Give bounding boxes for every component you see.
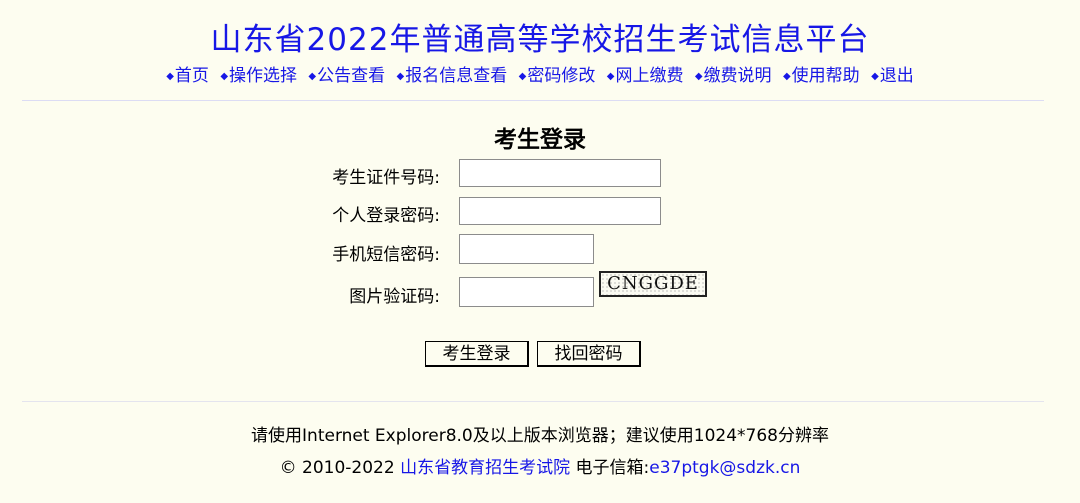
diamond-bullet-icon: ◆ [220, 71, 229, 82]
header-divider [22, 100, 1044, 101]
captcha-label: 图片验证码: [349, 287, 440, 307]
captcha-input[interactable] [459, 277, 594, 307]
login-title: 考生登录 [494, 127, 586, 153]
nav-item-help[interactable]: ◆使用帮助 [783, 61, 860, 86]
diamond-bullet-icon: ◆ [694, 71, 703, 82]
sms-code-label: 手机短信密码: [332, 245, 440, 265]
diamond-bullet-icon: ◆ [396, 71, 405, 82]
diamond-bullet-icon: ◆ [518, 71, 527, 82]
nav-label: 公告查看 [317, 66, 386, 86]
nav-item-online-payment[interactable]: ◆网上缴费 [607, 61, 684, 86]
diamond-bullet-icon: ◆ [166, 71, 174, 82]
nav-item-payment-notes[interactable]: ◆缴费说明 [695, 61, 772, 86]
diamond-bullet-icon: ◆ [871, 71, 879, 82]
nav-label: 退出 [879, 66, 914, 86]
page-title: 山东省2022年普通高等学校招生考试信息平台 [210, 22, 870, 58]
recover-password-button[interactable]: 找回密码 [537, 341, 641, 367]
copyright-text: © 2010-2022 [279, 458, 395, 478]
nav-label: 缴费说明 [703, 66, 772, 86]
nav-label: 首页 [174, 66, 209, 86]
browser-note: 请使用Internet Explorer8.0及以上版本浏览器；建议使用1024… [251, 426, 829, 446]
nav-label: 网上缴费 [615, 66, 684, 86]
id-number-label: 考生证件号码: [332, 168, 440, 188]
diamond-bullet-icon: ◆ [308, 71, 317, 82]
org-link[interactable]: 山东省教育招生考试院 [400, 458, 570, 478]
nav-label: 密码修改 [527, 66, 596, 86]
password-input[interactable] [459, 197, 661, 225]
nav-item-password-change[interactable]: ◆密码修改 [519, 61, 596, 86]
footer-divider [22, 401, 1044, 402]
top-nav: ◆首页 ◆操作选择 ◆公告查看 ◆报名信息查看 ◆密码修改 ◆网上缴费 ◆缴费说… [0, 61, 1080, 86]
nav-item-announcements[interactable]: ◆公告查看 [308, 61, 385, 86]
sms-code-input[interactable] [459, 234, 594, 264]
captcha-image[interactable]: CNGGDE [599, 271, 707, 297]
nav-item-registration-info[interactable]: ◆报名信息查看 [397, 61, 508, 86]
id-number-input[interactable] [459, 159, 661, 187]
nav-item-operation-select[interactable]: ◆操作选择 [220, 61, 297, 86]
login-button[interactable]: 考生登录 [425, 341, 529, 367]
nav-label: 操作选择 [229, 66, 298, 86]
email-link[interactable]: e37ptgk@sdzk.cn [649, 458, 800, 478]
diamond-bullet-icon: ◆ [606, 71, 615, 82]
nav-label: 使用帮助 [791, 66, 860, 86]
nav-label: 报名信息查看 [405, 66, 508, 86]
copyright-line: © 2010-2022 山东省教育招生考试院 电子信箱:e37ptgk@sdzk… [0, 453, 1080, 478]
nav-item-home[interactable]: ◆首页 [166, 61, 209, 86]
diamond-bullet-icon: ◆ [782, 71, 791, 82]
password-label: 个人登录密码: [332, 206, 440, 226]
nav-item-logout[interactable]: ◆退出 [871, 61, 914, 86]
email-label: 电子信箱: [575, 458, 650, 478]
